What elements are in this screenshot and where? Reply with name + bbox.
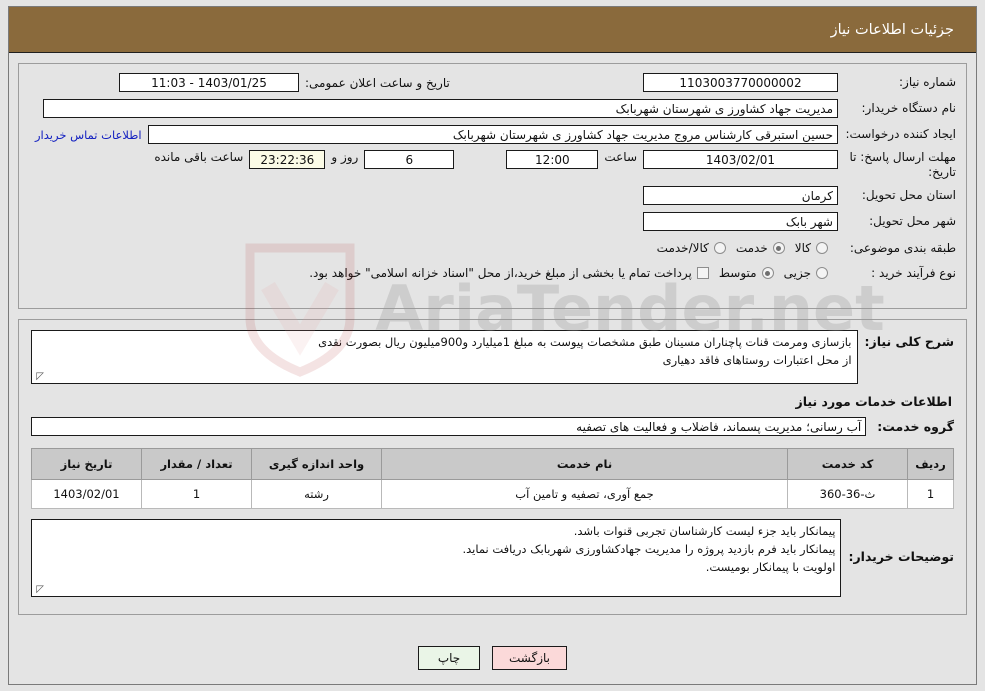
cell-service-name: جمع آوری، تصفیه و تامین آب bbox=[381, 479, 788, 509]
page-frame: جزئیات اطلاعات نیاز شماره نیاز: 11030037… bbox=[8, 6, 977, 685]
table-row: 1 ث-36-360 جمع آوری، تصفیه و تامین آب رش… bbox=[31, 479, 954, 509]
cell-unit: رشته bbox=[251, 479, 382, 509]
radio-label-kala-khedmat: کالا/خدمت bbox=[656, 241, 709, 255]
radio-label-motavaset: متوسط bbox=[718, 266, 757, 280]
requester-label: ایجاد کننده درخواست: bbox=[845, 127, 956, 141]
general-description-line-1: بازسازی ومرمت قنات پاچناران مسینان طبق م… bbox=[318, 335, 852, 349]
buyer-org-value: مدیریت جهاد کشاورز ی شهرستان شهربابک bbox=[43, 99, 838, 118]
resize-grip-icon[interactable]: ◸ bbox=[34, 372, 44, 382]
services-section-heading: اطلاعات خدمات مورد نیاز bbox=[795, 394, 953, 409]
buyer-notes-line-1: پیمانکار باید جزء لیست کارشناسان تجربی ق… bbox=[573, 524, 836, 538]
footer-actions: بازگشت چاپ bbox=[9, 646, 976, 670]
cell-quantity: 1 bbox=[141, 479, 252, 509]
buyer-notes-line-2: پیمانکار باید فرم بازدید پروژه را مدیریت… bbox=[462, 541, 836, 556]
general-description-line-2: از محل اعتبارات روستاهای فاقد دهیاری bbox=[662, 352, 852, 367]
header-need-date: تاریخ نیاز bbox=[31, 448, 142, 480]
row-classification: طبقه بندی موضوعی: کالا خدمت کالا/خدمت bbox=[29, 237, 956, 259]
checkbox-label-treasury-docs: پرداخت تمام یا بخشی از مبلغ خرید،از محل … bbox=[309, 266, 692, 280]
need-summary-panel: شماره نیاز: 1103003770000002 تاریخ و ساع… bbox=[18, 63, 967, 309]
province-label: استان محل تحویل: bbox=[861, 188, 956, 202]
purchase-type-label: نوع فرآیند خرید : bbox=[871, 265, 956, 280]
hour-label: ساعت bbox=[604, 150, 637, 164]
print-button[interactable]: چاپ bbox=[418, 646, 480, 670]
buyer-notes-textarea[interactable]: پیمانکار باید جزء لیست کارشناسان تجربی ق… bbox=[31, 519, 842, 597]
radio-classification-kala-khedmat[interactable] bbox=[713, 242, 726, 254]
header-service-code: کد خدمت bbox=[787, 448, 908, 480]
header-unit: واحد اندازه گیری bbox=[251, 448, 382, 480]
row-province: استان محل تحویل: کرمان bbox=[29, 185, 956, 206]
radio-purchase-jozi[interactable] bbox=[816, 267, 828, 279]
cell-radif: 1 bbox=[907, 479, 954, 509]
radio-label-kala: کالا bbox=[794, 241, 811, 255]
row-buyer-org: نام دستگاه خریدار: مدیریت جهاد کشاورز ی … bbox=[29, 98, 956, 119]
service-group-label: گروه خدمت: bbox=[877, 419, 954, 434]
days-label: روز و bbox=[331, 150, 359, 164]
radio-classification-kala[interactable] bbox=[816, 242, 828, 254]
buyer-contact-link[interactable]: اطلاعات تماس خریدار bbox=[29, 128, 148, 142]
city-label: شهر محل تحویل: bbox=[869, 214, 956, 228]
need-number-value: 1103003770000002 bbox=[643, 73, 838, 92]
service-group-value: آب رسانی؛ مدیریت پسماند، فاضلاب و فعالیت… bbox=[31, 417, 867, 436]
announce-datetime-label: تاریخ و ساعت اعلان عمومی: bbox=[305, 75, 450, 90]
page-header: جزئیات اطلاعات نیاز bbox=[9, 7, 976, 53]
buyer-notes-line-3: اولویت با پیمانکار بومیست. bbox=[705, 559, 836, 574]
requester-value: حسین استبرقی کارشناس مروج مدیریت جهاد کش… bbox=[147, 125, 838, 144]
radio-label-jozi: جزیی bbox=[783, 266, 811, 280]
radio-label-khedmat: خدمت bbox=[735, 241, 768, 255]
deadline-label: مهلت ارسال پاسخ: تا تاریخ: bbox=[849, 150, 956, 179]
needs-table-header-row: ردیف کد خدمت نام خدمت واحد اندازه گیری ت… bbox=[31, 448, 954, 480]
header-radif: ردیف bbox=[907, 448, 954, 480]
province-value: کرمان bbox=[643, 186, 838, 205]
countdown-value: 23:22:36 bbox=[249, 150, 326, 169]
announce-datetime-value: 1403/01/25 - 11:03 bbox=[119, 73, 299, 92]
buyer-org-label: نام دستگاه خریدار: bbox=[861, 101, 957, 115]
radio-purchase-motavaset[interactable] bbox=[761, 267, 774, 279]
cell-service-code: ث-36-360 bbox=[787, 479, 908, 509]
classification-label: طبقه بندی موضوعی: bbox=[849, 240, 956, 255]
cell-need-date: 1403/02/01 bbox=[31, 479, 142, 509]
row-deadline: مهلت ارسال پاسخ: تا تاریخ: 1403/02/01 سا… bbox=[29, 150, 956, 180]
header-quantity: تعداد / مقدار bbox=[141, 448, 252, 480]
needs-table: ردیف کد خدمت نام خدمت واحد اندازه گیری ت… bbox=[31, 448, 954, 509]
deadline-hour-value: 12:00 bbox=[506, 150, 599, 169]
buyer-notes-label: توضیحات خریدار: bbox=[848, 549, 954, 564]
deadline-date-value: 1403/02/01 bbox=[643, 150, 838, 169]
resize-grip-icon[interactable]: ◸ bbox=[34, 585, 44, 595]
need-details-panel: شرح کلی نیاز: بازسازی ومرمت قنات پاچنارا… bbox=[18, 319, 967, 615]
row-need-number: شماره نیاز: 1103003770000002 تاریخ و ساع… bbox=[29, 72, 956, 93]
header-service-name: نام خدمت bbox=[381, 448, 788, 480]
row-service-group: گروه خدمت: آب رسانی؛ مدیریت پسماند، فاضل… bbox=[31, 417, 954, 436]
row-general-description: شرح کلی نیاز: بازسازی ومرمت قنات پاچنارا… bbox=[31, 330, 954, 384]
city-value: شهر بابک bbox=[643, 212, 838, 231]
checkbox-treasury-docs[interactable] bbox=[696, 267, 709, 279]
days-remaining-value: 6 bbox=[364, 150, 455, 169]
row-city: شهر محل تحویل: شهر بابک bbox=[29, 211, 956, 232]
radio-classification-khedmat[interactable] bbox=[772, 242, 785, 254]
general-description-textarea[interactable]: بازسازی ومرمت قنات پاچناران مسینان طبق م… bbox=[31, 330, 858, 384]
remaining-label: ساعت باقی مانده bbox=[154, 150, 244, 164]
row-buyer-notes: توضیحات خریدار: پیمانکار باید جزء لیست ک… bbox=[31, 519, 954, 597]
row-purchase-type: نوع فرآیند خرید : جزیی متوسط پرداخت تمام… bbox=[29, 262, 956, 284]
general-description-label: شرح کلی نیاز: bbox=[864, 334, 954, 349]
needs-table-wrapper: ردیف کد خدمت نام خدمت واحد اندازه گیری ت… bbox=[31, 448, 954, 509]
page-title: جزئیات اطلاعات نیاز bbox=[830, 21, 954, 38]
row-requester: ایجاد کننده درخواست: حسین استبرقی کارشنا… bbox=[29, 124, 956, 145]
need-number-label: شماره نیاز: bbox=[899, 75, 956, 89]
back-button[interactable]: بازگشت bbox=[492, 646, 567, 670]
